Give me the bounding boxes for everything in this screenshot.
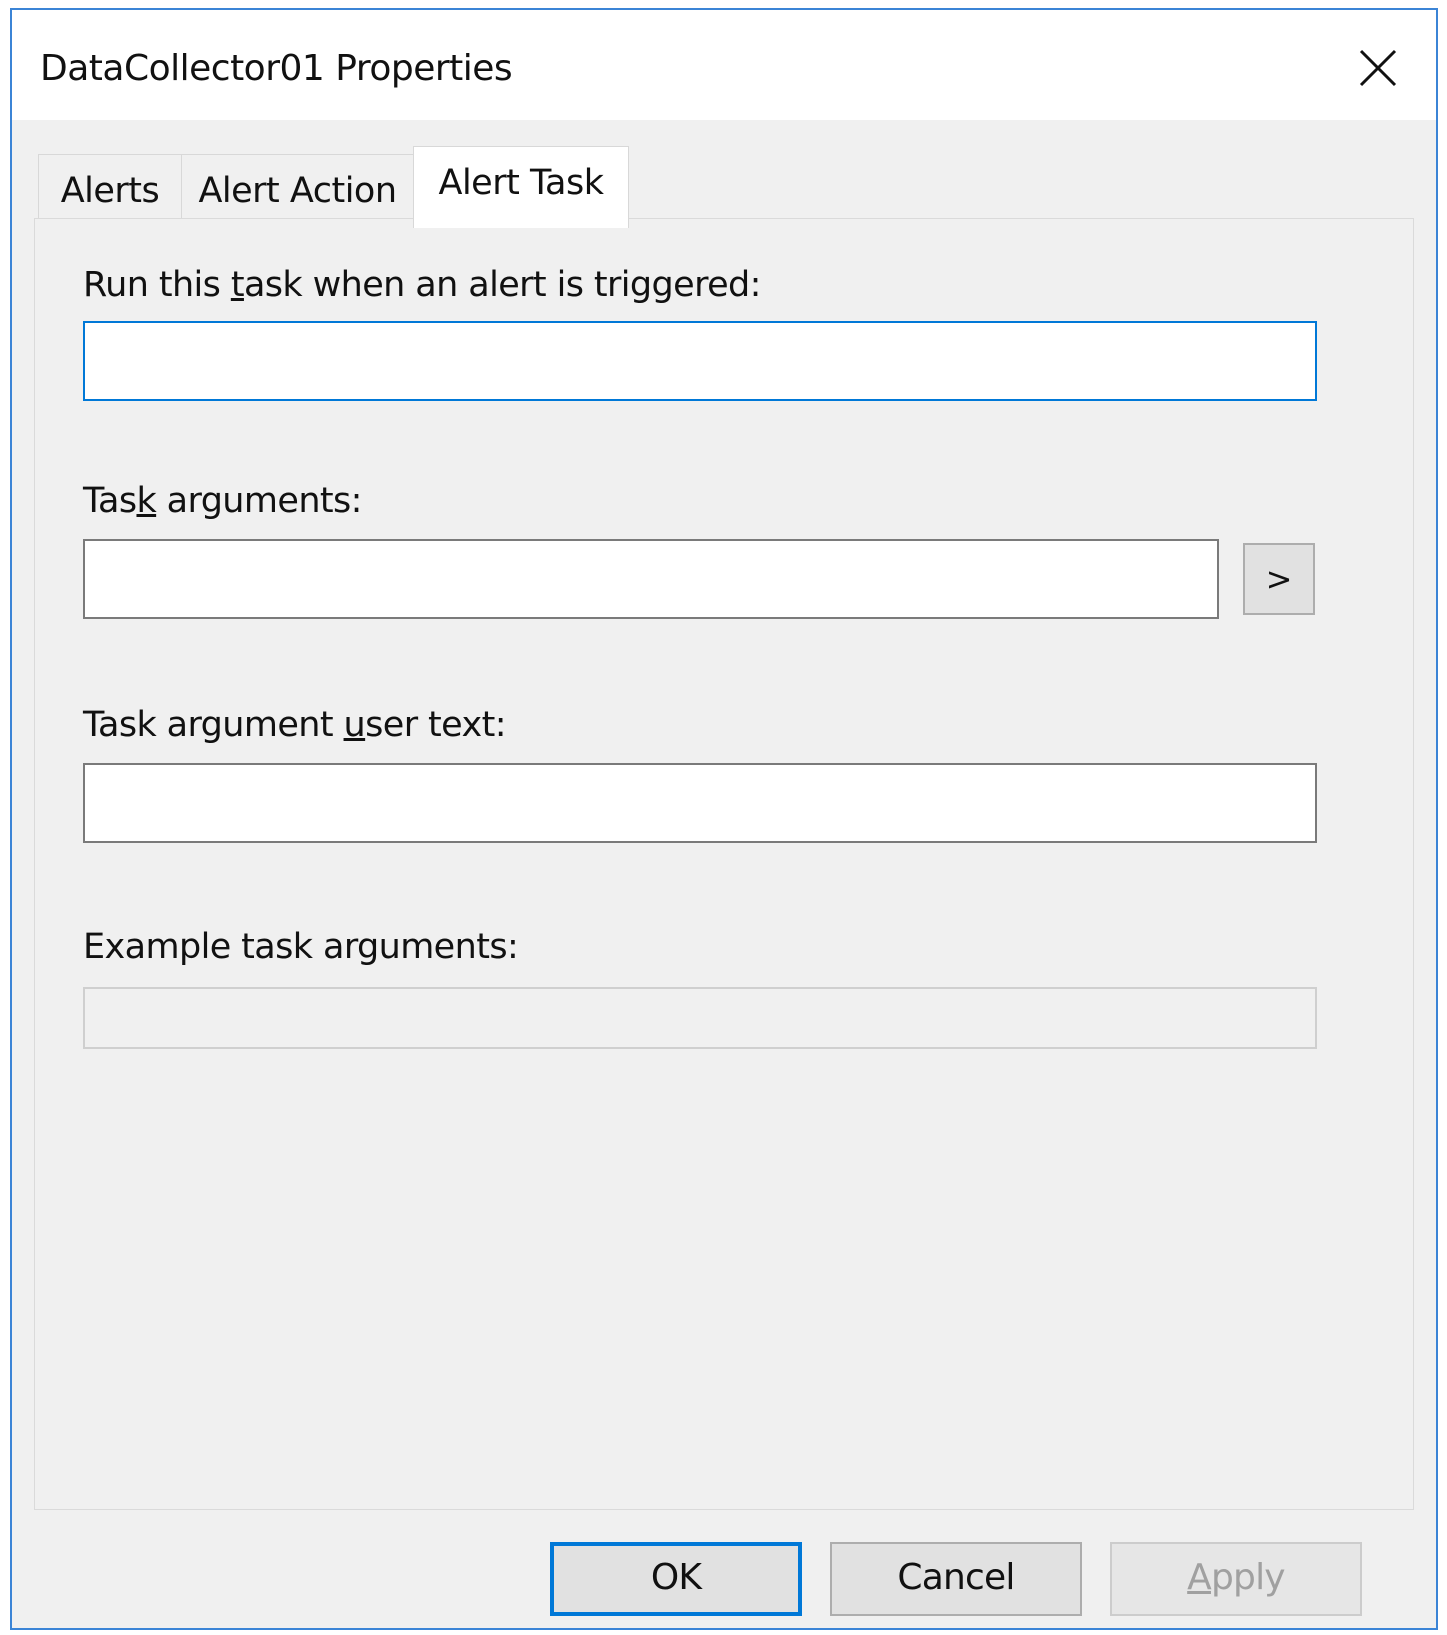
tab-alerts[interactable]: Alerts: [38, 154, 182, 226]
cancel-button[interactable]: Cancel: [830, 1542, 1082, 1616]
close-icon[interactable]: [1358, 48, 1398, 88]
tab-alert-action-label: Alert Action: [198, 171, 397, 211]
task-arguments-input[interactable]: [83, 539, 1219, 619]
title-bar: DataCollector01 Properties: [12, 10, 1436, 120]
example-arguments-label: Example task arguments:: [83, 927, 519, 967]
tab-panel-alert-task: Run this task when an alert is triggered…: [34, 218, 1414, 1510]
tab-alert-action[interactable]: Alert Action: [181, 154, 414, 226]
user-text-input[interactable]: [83, 763, 1317, 843]
ok-button[interactable]: OK: [550, 1542, 802, 1616]
tab-alert-task[interactable]: Alert Task: [413, 146, 629, 228]
insert-argument-button[interactable]: >: [1243, 543, 1315, 615]
apply-button[interactable]: Apply: [1110, 1542, 1362, 1616]
window-title: DataCollector01 Properties: [40, 48, 513, 89]
tab-alerts-label: Alerts: [60, 171, 160, 211]
example-arguments-field: [83, 987, 1317, 1049]
properties-dialog: DataCollector01 Properties Alerts Alert …: [10, 8, 1438, 1630]
task-arguments-label: Task arguments:: [83, 481, 362, 521]
run-task-input[interactable]: [83, 321, 1317, 401]
user-text-label: Task argument user text:: [83, 705, 507, 745]
run-task-label: Run this task when an alert is triggered…: [83, 265, 761, 305]
tab-alert-task-label: Alert Task: [438, 163, 604, 203]
